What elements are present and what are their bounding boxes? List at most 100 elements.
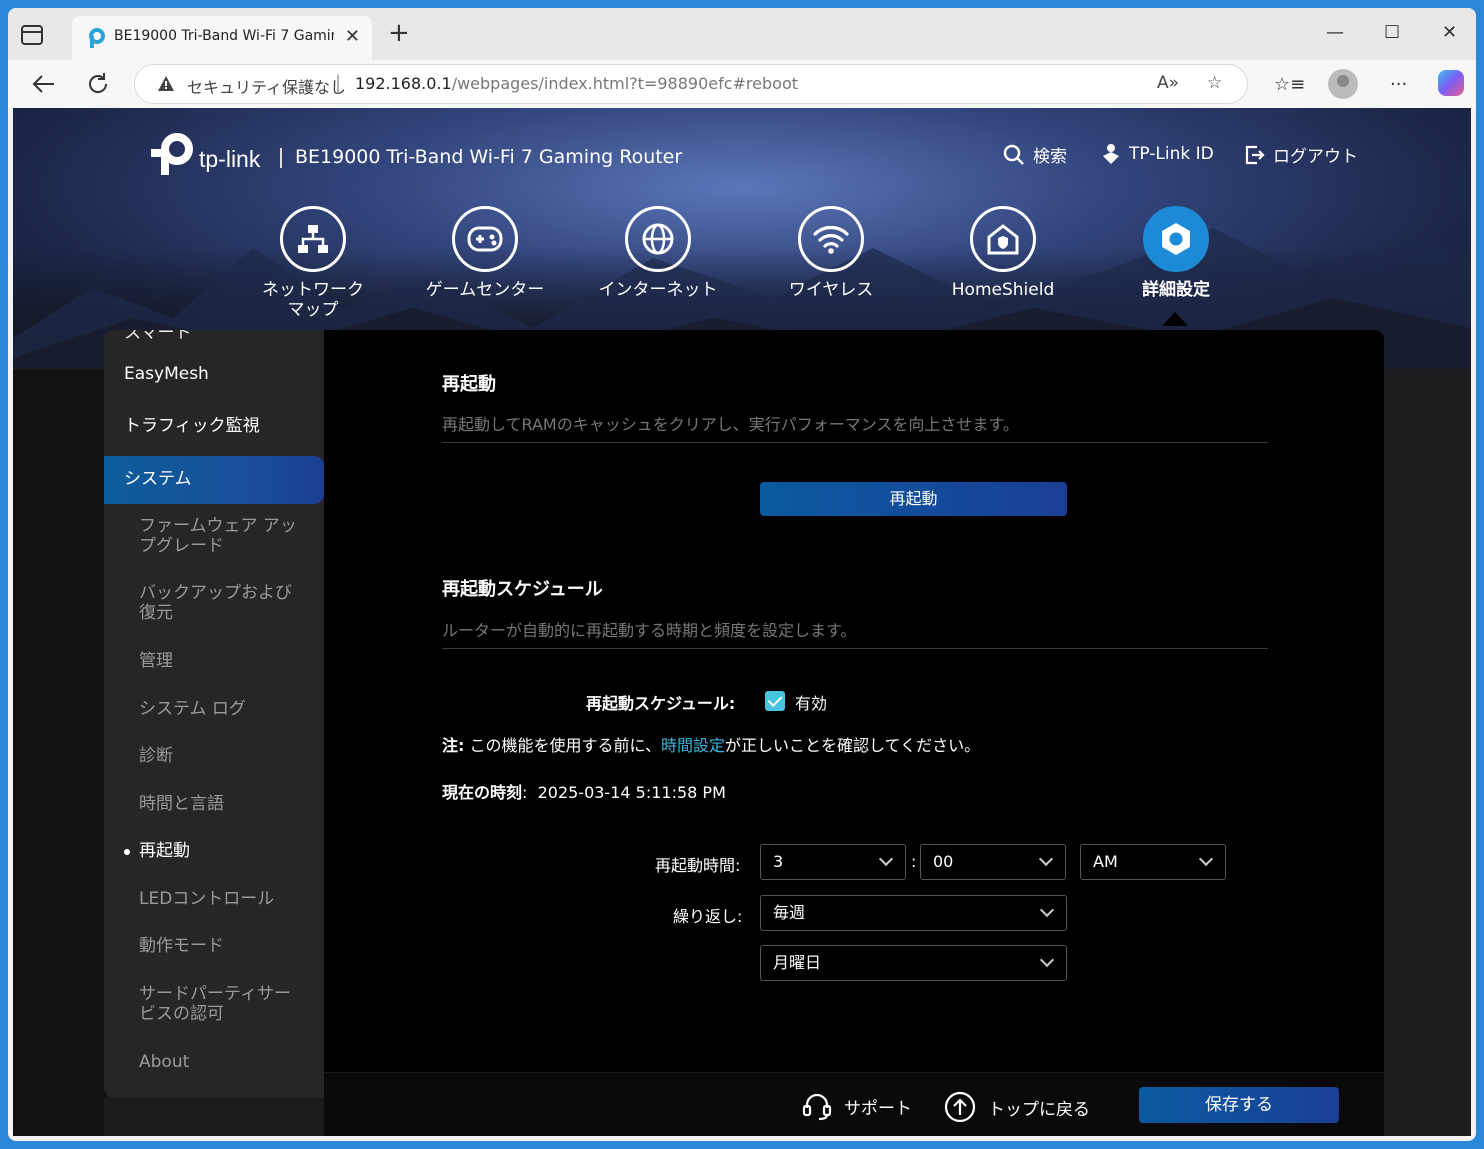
sidebar-sub-backup-line1: バックアップおよび: [139, 583, 292, 603]
tplink-id-label: TP-Link ID: [1129, 144, 1214, 164]
repeat-value: 毎週: [773, 903, 806, 922]
note-before: この機能を使用する前に、: [464, 736, 662, 755]
close-tab-icon[interactable]: ✕: [345, 26, 360, 47]
note-prefix: 注:: [442, 736, 465, 755]
search-button[interactable]: 検索: [1003, 142, 1067, 167]
minute-value: 00: [933, 852, 954, 871]
reboot-title: 再起動: [442, 374, 496, 395]
sidebar-sub-firmware[interactable]: ファームウェア アッ プグレード: [139, 516, 309, 556]
sidebar-item-smart[interactable]: スマート: [124, 330, 192, 343]
schedule-enable-checkbox[interactable]: [765, 691, 785, 711]
sidebar-sub-reboot[interactable]: 再起動: [124, 841, 309, 861]
sidebar-sub-backup-line2: 復元: [139, 603, 173, 623]
favorite-star-icon[interactable]: ☆: [1207, 73, 1222, 93]
security-label[interactable]: セキュリティ保護なし: [187, 74, 346, 98]
brand-wordmark: tp-link: [199, 146, 261, 172]
tab-actions-icon[interactable]: [20, 24, 44, 46]
chevron-down-icon: [1038, 851, 1054, 867]
sidebar-sub-diagnostics[interactable]: 診断: [139, 746, 309, 766]
ampm-select[interactable]: AM: [1080, 844, 1226, 880]
nav-game-center-label: ゲームセンター: [425, 280, 545, 300]
sidebar-sub-third-party[interactable]: サードパーティサー ビスの認可: [139, 984, 309, 1024]
sidebar-sub-admin[interactable]: 管理: [139, 651, 309, 671]
read-aloud-icon[interactable]: A»: [1157, 73, 1179, 93]
profile-avatar[interactable]: [1328, 69, 1358, 99]
browser-window: BE19000 Tri-Band Wi-Fi 7 Gaming ✕ + — ☐ …: [8, 8, 1476, 1141]
chevron-down-icon: [878, 851, 894, 867]
reboot-button[interactable]: 再起動: [760, 482, 1067, 516]
schedule-enable-value: 有効: [795, 694, 828, 713]
tplink-logo-icon: [151, 133, 193, 175]
logout-icon: [1245, 145, 1265, 164]
sidebar-sub-time-language[interactable]: 時間と言語: [139, 794, 309, 814]
sidebar-sub-about[interactable]: About: [139, 1052, 309, 1072]
weekday-select[interactable]: 月曜日: [760, 945, 1067, 981]
current-time-value: 2025-03-14 5:11:58 PM: [537, 783, 726, 802]
home-shield-icon: [970, 206, 1036, 272]
sidebar-sub-third-party-line2: ビスの認可: [139, 1004, 224, 1024]
router-page: tp-link BE19000 Tri-Band Wi-Fi 7 Gaming …: [13, 108, 1471, 1136]
copilot-icon[interactable]: [1438, 70, 1464, 96]
time-settings-link[interactable]: 時間設定: [661, 736, 725, 755]
nav-homeshield-label: HomeShield: [951, 280, 1055, 300]
repeat-select[interactable]: 毎週: [760, 895, 1067, 931]
back-to-top-label: トップに戻る: [988, 1099, 1090, 1120]
page-footer: サポート トップに戻る 保存する: [324, 1072, 1384, 1136]
favorites-icon[interactable]: ☆≡: [1274, 74, 1305, 95]
browser-tab[interactable]: BE19000 Tri-Band Wi-Fi 7 Gaming ✕: [72, 16, 372, 60]
warning-icon[interactable]: [157, 75, 175, 93]
nav-network-map[interactable]: ネットワーク マップ: [233, 206, 393, 320]
sidebar-sub-led[interactable]: LEDコントロール: [139, 889, 309, 909]
nav-game-center[interactable]: ゲームセンター: [405, 206, 565, 300]
url-field[interactable]: セキュリティ保護なし | 192.168.0.1/webpages/index.…: [134, 64, 1248, 104]
tplink-favicon-icon: [89, 28, 105, 48]
refresh-icon[interactable]: [84, 70, 112, 98]
address-bar: セキュリティ保護なし | 192.168.0.1/webpages/index.…: [8, 60, 1476, 108]
maximize-icon[interactable]: ☐: [1384, 22, 1400, 43]
divider: [442, 648, 1268, 649]
nav-wireless-label: ワイヤレス: [788, 280, 874, 300]
nav-advanced[interactable]: 詳細設定: [1096, 206, 1256, 300]
back-icon[interactable]: [30, 70, 58, 98]
url-text[interactable]: 192.168.0.1/webpages/index.html?t=98890e…: [355, 74, 798, 93]
logout-button[interactable]: ログアウト: [1243, 142, 1358, 167]
account-icon: [1103, 144, 1119, 164]
network-map-icon: [280, 206, 346, 272]
nav-internet[interactable]: インターネット: [578, 206, 738, 300]
arrow-up-circle-icon: [944, 1091, 976, 1123]
headset-icon: [802, 1093, 832, 1121]
active-nav-pointer: [1162, 312, 1188, 326]
repeat-label: 繰り返し:: [673, 907, 743, 926]
save-button[interactable]: 保存する: [1139, 1087, 1339, 1123]
sidebar-item-traffic[interactable]: トラフィック監視: [104, 411, 324, 436]
sidebar-item-system[interactable]: システム: [104, 456, 324, 504]
new-tab-icon[interactable]: +: [388, 20, 410, 46]
nav-network-map-line2: マップ: [287, 300, 339, 320]
close-window-icon[interactable]: ✕: [1442, 22, 1457, 43]
sidebar-item-easymesh[interactable]: EasyMesh: [104, 364, 324, 384]
support-button[interactable]: サポート: [802, 1091, 912, 1121]
tab-title: BE19000 Tri-Band Wi-Fi 7 Gaming: [114, 28, 334, 44]
search-icon: [1003, 144, 1024, 165]
note-after: が正しいことを確認してください。: [725, 736, 981, 755]
globe-icon: [625, 206, 691, 272]
back-to-top-button[interactable]: トップに戻る: [944, 1091, 1090, 1123]
nav-homeshield[interactable]: HomeShield: [923, 206, 1083, 300]
nav-wireless[interactable]: ワイヤレス: [751, 206, 911, 300]
brand-divider: [280, 148, 282, 168]
sidebar-sub-mode[interactable]: 動作モード: [139, 936, 309, 956]
sidebar-sub-syslog[interactable]: システム ログ: [139, 699, 309, 719]
logout-label: ログアウト: [1273, 147, 1358, 167]
sidebar-sub-third-party-line1: サードパーティサー: [139, 984, 291, 1004]
time-colon: :: [911, 852, 917, 871]
minimize-icon[interactable]: —: [1326, 22, 1344, 43]
tplink-id-button[interactable]: TP-Link ID: [1101, 142, 1214, 166]
hour-select[interactable]: 3: [760, 844, 906, 880]
sidebar-sub-backup[interactable]: バックアップおよび 復元: [139, 583, 309, 623]
hour-value: 3: [773, 852, 784, 871]
weekday-value: 月曜日: [773, 953, 822, 972]
sidebar-sub-firmware-line2: プグレード: [139, 536, 224, 556]
minute-select[interactable]: 00: [920, 844, 1066, 880]
support-label: サポート: [844, 1098, 912, 1119]
more-menu-icon[interactable]: ···: [1390, 74, 1407, 95]
